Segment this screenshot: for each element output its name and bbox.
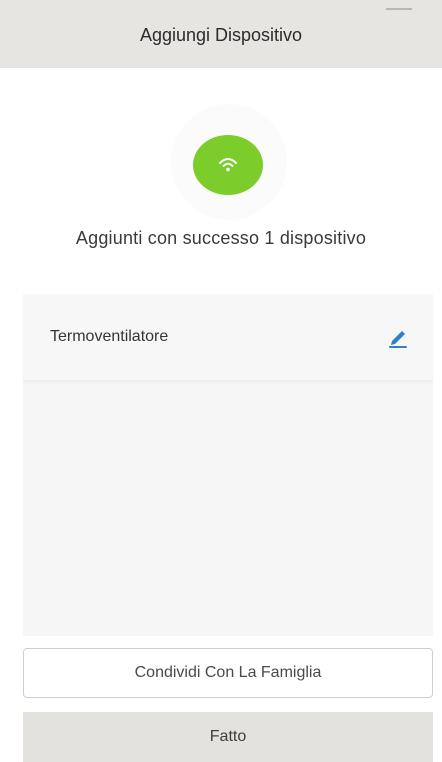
device-name: Termoventilatore	[50, 328, 169, 345]
success-badge	[193, 135, 263, 195]
page-title: Aggiungi Dispositivo	[139, 24, 303, 45]
top-bar: Aggiungi Dispositivo	[0, 0, 442, 68]
success-message: Aggiunti con successo 1 dispositivo	[75, 228, 367, 248]
share-with-family-button[interactable]: Condividi Con La Famiglia	[23, 648, 433, 698]
wifi-icon	[219, 158, 237, 172]
device-list: Termoventilatore	[23, 294, 433, 636]
status-bar-mark	[386, 8, 412, 10]
done-button[interactable]: Fatto	[23, 712, 433, 762]
pencil-icon[interactable]	[387, 328, 409, 348]
device-row[interactable]: Termoventilatore	[23, 294, 433, 380]
